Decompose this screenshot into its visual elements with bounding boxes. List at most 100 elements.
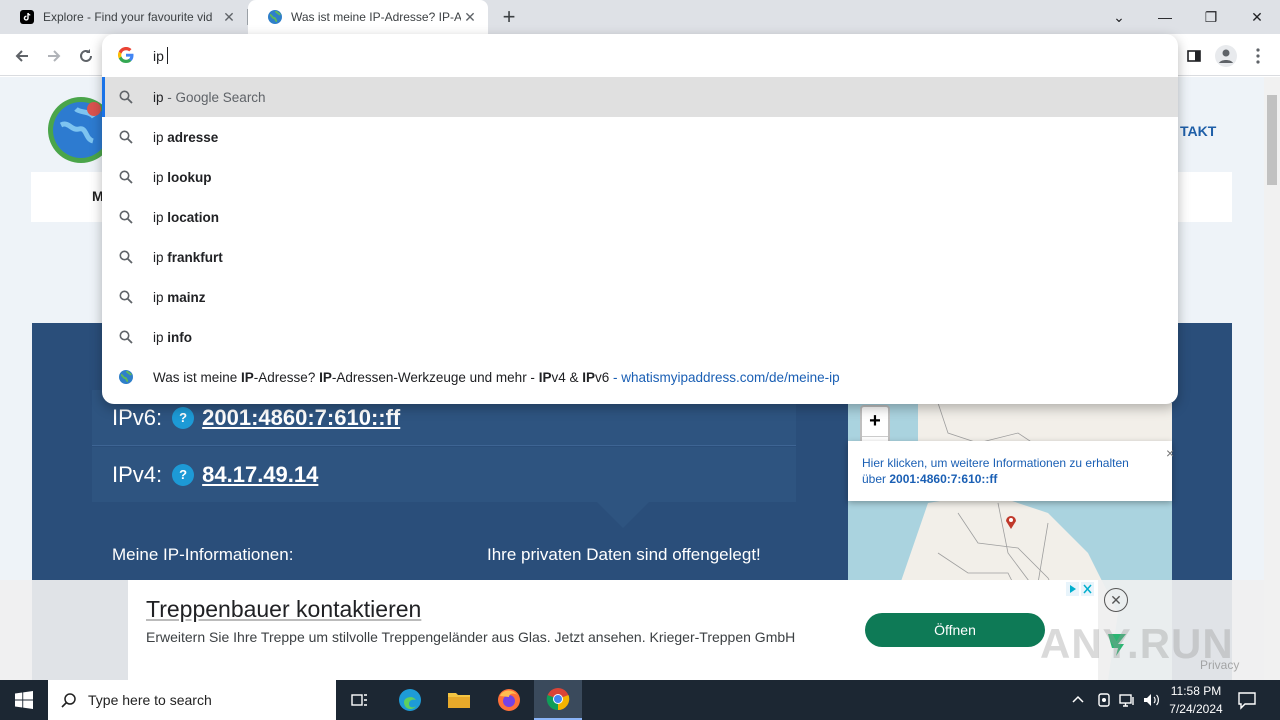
windows-taskbar: Type here to search 11:58 PM 7/24/2024 xyxy=(0,680,1280,720)
ipv6-value[interactable]: 2001:4860:7:610::ff xyxy=(202,405,400,431)
suggestion-history-page[interactable]: Was ist meine IP-Adresse? IP-Adressen-We… xyxy=(102,357,1178,397)
edge-icon xyxy=(399,689,421,711)
scrollbar-thumb[interactable] xyxy=(1267,95,1277,185)
suggestion-item[interactable]: ip mainz xyxy=(102,277,1178,317)
ad-close-icon[interactable]: ✕ xyxy=(1104,588,1128,612)
ipv4-box: IPv4: ? 84.17.49.14 xyxy=(92,447,796,502)
menu-button[interactable] xyxy=(1244,42,1272,70)
file-explorer-taskbar-button[interactable] xyxy=(435,680,483,720)
history-url-match: ip xyxy=(829,369,840,385)
search-icon xyxy=(119,210,133,224)
firefox-taskbar-button[interactable] xyxy=(485,680,533,720)
suggestion-item[interactable]: ip lookup xyxy=(102,157,1178,197)
new-tab-button[interactable]: + xyxy=(497,5,521,29)
tab-close-icon[interactable]: ✕ xyxy=(221,9,237,25)
ad-choices-icon[interactable] xyxy=(1066,582,1094,596)
side-panel-button[interactable] xyxy=(1180,42,1208,70)
tab-close-icon[interactable]: ✕ xyxy=(462,9,478,25)
text-cursor xyxy=(166,47,168,64)
help-icon[interactable]: ? xyxy=(172,463,195,486)
ad-title[interactable]: Treppenbauer kontaktieren xyxy=(146,596,421,623)
forward-button[interactable] xyxy=(40,42,68,70)
back-button[interactable] xyxy=(8,42,36,70)
ipv4-value[interactable]: 84.17.49.14 xyxy=(202,462,318,488)
selection-indicator xyxy=(102,77,105,117)
reload-button[interactable] xyxy=(72,42,100,70)
suggestion-completion: info xyxy=(167,329,193,345)
tab-title: Was ist meine IP-Adresse? IP-Ad xyxy=(291,10,461,24)
omnibox-dropdown: ip ip - Google Search ip adresse ip look… xyxy=(102,34,1178,404)
nav-item-kontakt[interactable]: TAKT xyxy=(1180,123,1216,139)
suggestion-prefix: ip xyxy=(153,249,168,265)
help-icon[interactable]: ? xyxy=(172,406,195,429)
start-button[interactable] xyxy=(0,680,48,720)
search-icon xyxy=(119,290,133,304)
suggestion-completion: frankfurt xyxy=(167,249,223,265)
close-window-button[interactable]: ✕ xyxy=(1234,0,1280,34)
privacy-link[interactable]: Privacy xyxy=(1200,658,1239,672)
volume-icon[interactable] xyxy=(1142,691,1160,709)
task-view-icon xyxy=(351,694,367,706)
globe-icon xyxy=(267,9,283,25)
tab-whatismyip[interactable]: Was ist meine IP-Adresse? IP-Ad ✕ xyxy=(248,0,488,34)
minimize-button[interactable]: — xyxy=(1142,0,1188,34)
suggestion-prefix: ip xyxy=(153,289,168,305)
restore-button[interactable]: ❐ xyxy=(1188,0,1234,34)
globe-icon xyxy=(119,370,133,384)
omnibox-input[interactable]: ip xyxy=(153,47,168,64)
divider xyxy=(92,445,796,446)
tab-strip: Explore - Find your favourite vid ✕ Was … xyxy=(0,0,1280,34)
map-popup-text: Hier klicken, um weitere Informationen z… xyxy=(862,455,1152,487)
map-popup-close-icon[interactable]: × xyxy=(1166,445,1174,461)
search-icon xyxy=(119,90,133,104)
data-exposed-text: Ihre privaten Daten sind offengelegt! xyxy=(487,545,761,564)
show-hidden-icons-chevron-icon[interactable] xyxy=(1070,692,1086,708)
ad-open-button[interactable]: Öffnen xyxy=(865,613,1045,647)
suggestion-item[interactable]: ip location xyxy=(102,197,1178,237)
suggestion-item[interactable]: ip frankfurt xyxy=(102,237,1178,277)
omnibox-query: ip xyxy=(153,47,164,64)
suggestion-completion: mainz xyxy=(167,289,206,305)
taskbar-search-box[interactable]: Type here to search xyxy=(48,680,336,720)
network-icon[interactable] xyxy=(1118,691,1136,709)
search-icon xyxy=(61,693,76,708)
profile-button[interactable] xyxy=(1212,42,1240,70)
chrome-icon xyxy=(546,688,570,711)
device-icon[interactable] xyxy=(1095,691,1113,709)
suggestion-prefix: ip xyxy=(153,329,168,345)
suggestion-item[interactable]: ip adresse xyxy=(102,117,1178,157)
suggestion-google-search[interactable]: ip - Google Search xyxy=(102,77,1178,117)
search-icon xyxy=(119,250,133,264)
pointer-arrow xyxy=(597,502,649,528)
edge-taskbar-button[interactable] xyxy=(386,680,434,720)
taskbar-time[interactable]: 11:58 PM xyxy=(1164,684,1228,698)
tab-tiktok-explore[interactable]: Explore - Find your favourite vid ✕ xyxy=(0,0,247,34)
page-scrollbar[interactable] xyxy=(1264,77,1280,680)
map-popup[interactable]: Hier klicken, um weitere Informationen z… xyxy=(848,441,1174,501)
history-title-part: -Adressen-Werkzeuge und mehr - xyxy=(331,369,539,385)
history-title-match: IP xyxy=(319,369,332,385)
notifications-icon[interactable] xyxy=(1237,690,1257,710)
map-marker-icon[interactable] xyxy=(1005,515,1017,529)
kebab-menu-icon xyxy=(1256,48,1260,64)
suggestion-prefix: ip xyxy=(153,129,168,145)
task-view-button[interactable] xyxy=(336,680,384,720)
suggestion-item[interactable]: ip info xyxy=(102,317,1178,357)
history-title-match: IP xyxy=(538,369,552,385)
google-g-icon xyxy=(117,46,134,63)
ad-body: Erweitern Sie Ihre Treppe um stilvolle T… xyxy=(146,629,796,645)
chrome-taskbar-button[interactable] xyxy=(534,680,582,720)
back-arrow-icon xyxy=(15,50,28,62)
history-title-part: Was ist meine xyxy=(153,369,242,385)
map-zoom-in-button[interactable]: + xyxy=(862,407,888,435)
ad-banner: Treppenbauer kontaktieren Erweitern Sie … xyxy=(0,580,1264,680)
history-url: whatismyipaddress.com/de/meine- xyxy=(621,369,830,385)
taskbar-date[interactable]: 7/24/2024 xyxy=(1164,702,1228,716)
ad-content[interactable]: Treppenbauer kontaktieren Erweitern Sie … xyxy=(128,580,1098,680)
search-icon xyxy=(119,170,133,184)
history-title-part: v6 xyxy=(594,369,610,385)
search-icon xyxy=(119,330,133,344)
history-title-match: IP xyxy=(241,369,254,385)
tab-search-dropdown-icon[interactable]: ⌄ xyxy=(1096,0,1142,34)
history-title-match: IP xyxy=(582,369,595,385)
